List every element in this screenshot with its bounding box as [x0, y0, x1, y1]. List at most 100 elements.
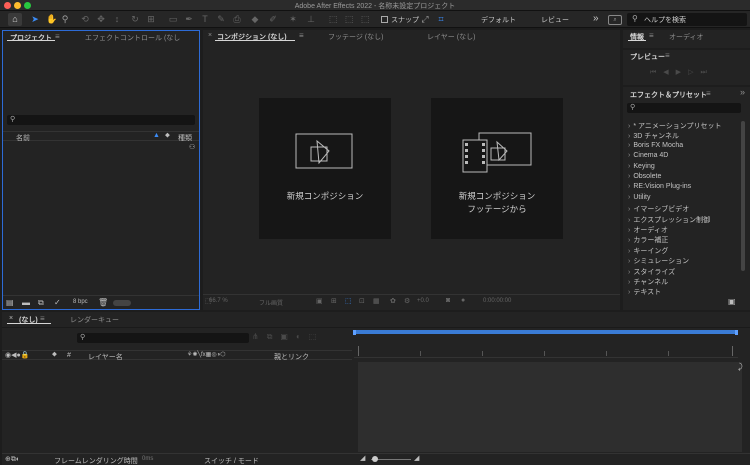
effects-scrollbar[interactable] — [741, 121, 745, 271]
camera-snapshot-icon[interactable]: ◙ — [446, 297, 450, 304]
bpc-label[interactable]: 8 bpc — [73, 299, 88, 305]
adjust-icon[interactable]: ✓ — [54, 298, 61, 307]
snap-checkbox[interactable] — [381, 16, 388, 23]
mask-visibility-icon[interactable]: ⬚ — [345, 297, 352, 305]
effects-category-item[interactable]: › チャンネル — [628, 277, 668, 287]
zoom-dropdown[interactable]: 66.7 % — [209, 298, 228, 304]
region-of-interest-icon[interactable]: ⊡ — [359, 297, 365, 305]
name-column-header[interactable]: 名前 — [16, 133, 30, 143]
effects-search-input[interactable]: ⚲ — [627, 103, 741, 113]
workspace-more-button[interactable]: » — [593, 13, 599, 24]
help-search-input[interactable]: ⚲ ヘルプを検索 — [627, 13, 747, 26]
work-area-end-handle[interactable] — [735, 330, 738, 335]
panel-menu-icon[interactable]: ≡ — [55, 32, 60, 41]
sort-up-icon[interactable]: ▲ — [153, 132, 160, 139]
new-preset-icon[interactable]: ▣ — [728, 297, 736, 306]
effects-category-item[interactable]: › * アニメーションプリセット — [628, 121, 722, 131]
time-ruler[interactable] — [354, 342, 738, 358]
transparency-grid-icon[interactable]: ▦ — [373, 297, 380, 305]
panel-menu-icon[interactable]: ≡ — [649, 31, 654, 40]
snapshot-icon[interactable]: ▣ — [316, 297, 323, 305]
effects-category-item[interactable]: › Keying — [628, 163, 655, 170]
panel-menu-icon[interactable]: ≡ — [40, 314, 45, 323]
tab-layer[interactable]: レイヤー (なし) — [427, 32, 475, 42]
effects-category-item[interactable]: › エクスプレッション制御 — [628, 215, 710, 225]
tab-audio[interactable]: オーディオ — [669, 32, 704, 42]
tab-comp-close-icon[interactable]: × — [208, 32, 212, 39]
anchor-tool-icon[interactable]: ⊞ — [146, 13, 156, 26]
axis-world-icon[interactable]: ⬚ — [344, 13, 354, 26]
switches-modes-toggle[interactable]: スイッチ / モード — [204, 456, 259, 465]
preview-title[interactable]: プレビュー — [630, 52, 665, 62]
effects-category-item[interactable]: › 3D チャンネル — [628, 131, 679, 141]
timeline-search-input[interactable]: ⚲ — [77, 333, 249, 343]
quality-dropdown[interactable]: フル画質 — [259, 298, 283, 307]
project-search-input[interactable]: ⚲ — [7, 115, 195, 125]
effects-category-item[interactable]: › カラー補正 — [628, 235, 668, 245]
roto-brush-icon[interactable]: ✐ — [268, 13, 278, 26]
brush-tool-icon[interactable]: ✎ — [216, 13, 226, 26]
effects-category-item[interactable]: › スタイライズ — [628, 267, 675, 277]
parent-link-column-header[interactable]: 親とリンク — [274, 352, 309, 362]
puppet-tool-icon[interactable]: ✶ — [288, 13, 298, 26]
work-area-start-handle[interactable] — [353, 330, 356, 335]
zoom-in-icon[interactable]: ◢ — [414, 454, 419, 462]
home-icon[interactable]: ⌂ — [8, 13, 22, 26]
type-column-header[interactable]: 種類 — [178, 133, 192, 143]
tab-project[interactable]: プロジェクト — [10, 33, 52, 43]
interpret-footage-icon[interactable]: ▤ — [6, 298, 14, 307]
align-tool-icon[interactable]: ⊥ — [306, 13, 316, 26]
effects-category-item[interactable]: › Obsolete — [628, 173, 661, 180]
selection-tool-icon[interactable]: ➤ — [30, 13, 40, 26]
flowchart-icon[interactable]: ⚇ — [189, 143, 195, 151]
dolly-camera-icon[interactable]: ↕ — [112, 13, 122, 26]
tab-effect-controls[interactable]: エフェクトコントロール (なし — [85, 33, 180, 43]
zoom-out-icon[interactable]: ◢ — [360, 454, 365, 462]
effects-category-item[interactable]: › テキスト — [628, 287, 661, 297]
comp-button-icon[interactable]: ⤸ — [738, 362, 743, 372]
rotate-tool-icon[interactable]: ↻ — [130, 13, 140, 26]
workspace-review[interactable]: レビュー — [541, 15, 569, 25]
effects-category-item[interactable]: › Utility — [628, 194, 650, 201]
timecode-display[interactable]: 0:00:00:00 — [483, 298, 511, 304]
effects-category-item[interactable]: › RE:Vision Plug-ins — [628, 183, 691, 190]
effects-category-item[interactable]: › イマーシブビデオ — [628, 204, 689, 214]
axis-local-icon[interactable]: ⬚ — [328, 13, 338, 26]
panel-more-button[interactable]: » — [740, 87, 745, 97]
exposure-value[interactable]: +0.0 — [417, 298, 429, 304]
panel-menu-icon[interactable]: ≡ — [299, 31, 304, 40]
new-composition-icon[interactable]: ⧉ — [38, 298, 44, 308]
hand-tool-icon[interactable]: ✋ — [46, 13, 57, 26]
thumbnail-slider[interactable] — [113, 300, 131, 306]
panel-menu-icon[interactable]: ≡ — [665, 51, 670, 60]
orbit-camera-icon[interactable]: ⟲ — [80, 13, 90, 26]
footer-toggle-icons[interactable]: ⊕⧉◐ — [5, 455, 20, 464]
trash-icon[interactable]: 🗑 — [98, 298, 108, 307]
pan-camera-icon[interactable]: ✥ — [96, 13, 106, 26]
new-composition-card[interactable]: 新規コンポジション — [259, 98, 391, 239]
new-comp-from-footage-card[interactable]: 新規コンポジション フッテージから — [431, 98, 563, 239]
grid-icon[interactable]: ⊞ — [331, 297, 337, 305]
exposure-icon[interactable]: ⚙ — [404, 297, 410, 305]
color-management-icon[interactable]: ✿ — [390, 297, 396, 305]
effects-category-item[interactable]: › キーイング — [628, 246, 668, 256]
timeline-zoom-handle[interactable] — [372, 456, 378, 462]
time-navigator[interactable] — [354, 330, 738, 334]
text-tool-icon[interactable]: T — [200, 13, 210, 26]
panel-menu-icon[interactable]: ≡ — [706, 89, 711, 98]
tab-footage[interactable]: フッテージ (なし) — [328, 32, 383, 42]
eraser-tool-icon[interactable]: ◆ — [250, 13, 260, 26]
effects-category-item[interactable]: › Boris FX Mocha — [628, 142, 683, 149]
effects-category-item[interactable]: › Cinema 4D — [628, 152, 668, 159]
layer-name-column-header[interactable]: レイヤー名 — [88, 352, 123, 362]
workspace-default[interactable]: デフォルト — [481, 15, 516, 25]
snap-options-icon[interactable]: ⤢ — [420, 13, 430, 26]
clone-stamp-icon[interactable]: ⎙ — [232, 13, 242, 26]
zoom-tool-icon[interactable]: ⚲ — [60, 13, 70, 26]
snap-target-icon[interactable]: ⌗ — [436, 13, 446, 26]
new-folder-icon[interactable]: ▬ — [22, 298, 30, 307]
effects-presets-title[interactable]: エフェクト＆プリセット — [630, 90, 707, 100]
label-tag-icon[interactable]: ⬥ — [165, 132, 170, 140]
timeline-track-area[interactable] — [358, 362, 742, 452]
effects-category-item[interactable]: › シミュレーション — [628, 256, 689, 266]
